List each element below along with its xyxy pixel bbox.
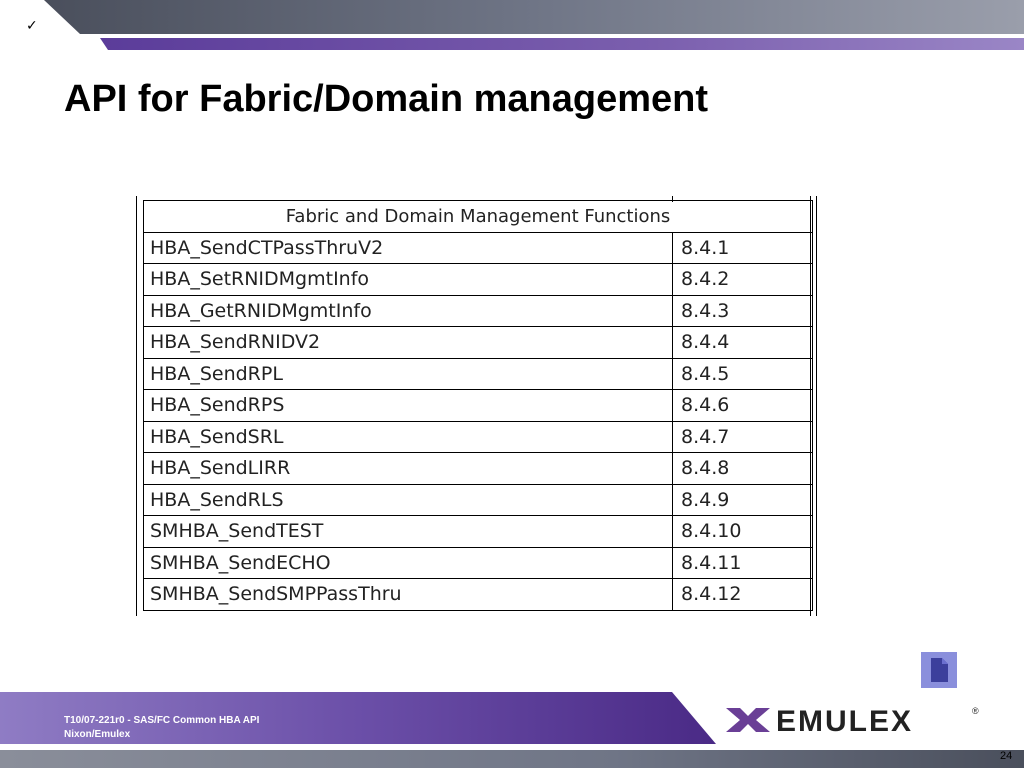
function-name-cell: HBA_SendRLS bbox=[143, 483, 673, 516]
emulex-logo: EMULEX ® bbox=[726, 705, 979, 738]
section-number-cell: 8.4.1 bbox=[671, 231, 814, 264]
function-name-cell: HBA_SendLIRR bbox=[143, 452, 673, 485]
table-left-border bbox=[136, 196, 137, 616]
section-number-cell: 8.4.3 bbox=[671, 294, 814, 327]
section-number-cell: 8.4.9 bbox=[671, 483, 814, 516]
table-row: HBA_SendCTPassThruV2 8.4.1 bbox=[143, 231, 814, 264]
functions-table: Fabric and Domain Management Functions H… bbox=[142, 200, 814, 611]
function-name-cell: HBA_SendRPS bbox=[143, 389, 673, 422]
table-row: HBA_SendRNIDV2 8.4.4 bbox=[143, 326, 814, 359]
function-name-cell: SMHBA_SendECHO bbox=[143, 546, 673, 579]
emulex-logo-mark bbox=[726, 708, 770, 732]
table-row: HBA_SendLIRR 8.4.8 bbox=[143, 452, 814, 485]
section-number-cell: 8.4.8 bbox=[671, 452, 814, 485]
footer-line-author: Nixon/Emulex bbox=[64, 729, 131, 740]
table-header-row: Fabric and Domain Management Functions bbox=[142, 200, 814, 233]
top-decorative-band bbox=[44, 0, 1024, 50]
table-row: HBA_SendRPL 8.4.5 bbox=[143, 357, 814, 390]
table-header: Fabric and Domain Management Functions bbox=[142, 200, 814, 233]
section-number-cell: 8.4.10 bbox=[671, 515, 814, 548]
checkmark-icon: ✓ bbox=[26, 18, 38, 34]
section-number-cell: 8.4.2 bbox=[671, 263, 814, 296]
function-name-cell: SMHBA_SendTEST bbox=[143, 515, 673, 548]
table-row: HBA_SendRLS 8.4.9 bbox=[143, 483, 814, 516]
table-row: HBA_SetRNIDMgmtInfo 8.4.2 bbox=[143, 263, 814, 296]
table-right-border-outer bbox=[816, 196, 817, 616]
slide-title: API for Fabric/Domain management bbox=[64, 78, 709, 120]
table-body: HBA_SendCTPassThruV2 8.4.1 HBA_SetRNIDMgmt… bbox=[143, 231, 814, 611]
table-row: HBA_GetRNIDMgmtInfo 8.4.3 bbox=[143, 294, 814, 327]
logo-wordmark: EMULEX bbox=[776, 705, 913, 738]
function-name-cell: HBA_SendRNIDV2 bbox=[143, 326, 673, 359]
function-name-cell: HBA_SendCTPassThruV2 bbox=[143, 231, 673, 264]
function-name-cell: HBA_SendSRL bbox=[143, 420, 673, 453]
function-name-cell: HBA_GetRNIDMgmtInfo bbox=[143, 294, 673, 327]
section-number-cell: 8.4.7 bbox=[671, 420, 814, 453]
page-number: 24 bbox=[1000, 750, 1013, 762]
functions-table-container: Fabric and Domain Management Functions H… bbox=[136, 196, 818, 616]
section-number-cell: 8.4.11 bbox=[671, 546, 814, 579]
table-row: SMHBA_SendTEST 8.4.10 bbox=[143, 515, 814, 548]
function-name-cell: HBA_SetRNIDMgmtInfo bbox=[143, 263, 673, 296]
table-row: SMHBA_SendSMPPassThru 8.4.12 bbox=[143, 578, 814, 611]
logo-registered-mark: ® bbox=[972, 706, 979, 716]
footer-text: T10/07-221r0 - SAS/FC Common HBA API Nix… bbox=[64, 714, 259, 742]
table-row: HBA_SendSRL 8.4.7 bbox=[143, 420, 814, 453]
section-number-cell: 8.4.5 bbox=[671, 357, 814, 390]
document-icon[interactable] bbox=[921, 652, 957, 688]
function-name-cell: SMHBA_SendSMPPassThru bbox=[143, 578, 673, 611]
table-row: HBA_SendRPS 8.4.6 bbox=[143, 389, 814, 422]
section-number-cell: 8.4.12 bbox=[671, 578, 814, 611]
section-number-cell: 8.4.4 bbox=[671, 326, 814, 359]
footer-line-document-id: T10/07-221r0 - SAS/FC Common HBA API bbox=[64, 715, 260, 726]
function-name-cell: HBA_SendRPL bbox=[143, 357, 673, 390]
table-row: SMHBA_SendECHO 8.4.11 bbox=[143, 546, 814, 579]
section-number-cell: 8.4.6 bbox=[671, 389, 814, 422]
